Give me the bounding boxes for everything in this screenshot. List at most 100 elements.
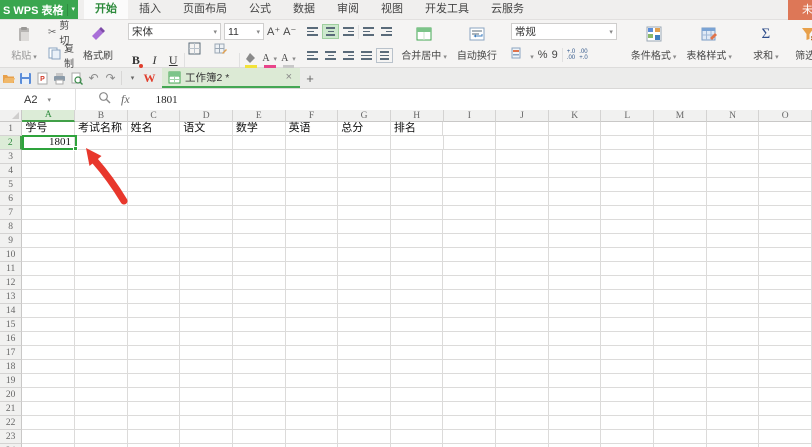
cell-M21[interactable] <box>654 402 707 416</box>
cell-N5[interactable] <box>707 178 760 192</box>
cell-D6[interactable] <box>180 192 233 206</box>
cell-O13[interactable] <box>759 290 812 304</box>
cell-O20[interactable] <box>759 388 812 402</box>
cell-A16[interactable] <box>22 332 75 346</box>
cell-E9[interactable] <box>233 234 286 248</box>
cell-N12[interactable] <box>707 276 760 290</box>
row-header-23[interactable]: 23 <box>0 430 22 444</box>
cell-M13[interactable] <box>654 290 707 304</box>
cell-C19[interactable] <box>128 374 181 388</box>
cell-E4[interactable] <box>233 164 286 178</box>
fill-color-button[interactable] <box>243 53 259 68</box>
cell-B3[interactable] <box>75 150 128 164</box>
redo-button[interactable]: ↷ <box>102 68 119 88</box>
row-header-21[interactable]: 21 <box>0 402 22 416</box>
align-middle-button[interactable] <box>322 24 339 39</box>
menu-tab-review[interactable]: 审阅 <box>326 0 370 19</box>
cell-C7[interactable] <box>128 206 181 220</box>
cell-E12[interactable] <box>233 276 286 290</box>
cell-J19[interactable] <box>496 374 549 388</box>
cell-K14[interactable] <box>549 304 602 318</box>
cell-C20[interactable] <box>128 388 181 402</box>
cell-A18[interactable] <box>22 360 75 374</box>
cell-E19[interactable] <box>233 374 286 388</box>
cell-K22[interactable] <box>549 416 602 430</box>
cell-E15[interactable] <box>233 318 286 332</box>
cell-B19[interactable] <box>75 374 128 388</box>
cell-C14[interactable] <box>128 304 181 318</box>
cell-K19[interactable] <box>549 374 602 388</box>
search-icon[interactable] <box>98 91 111 109</box>
grow-font-button[interactable]: A⁺ <box>267 25 280 38</box>
cell-B8[interactable] <box>75 220 128 234</box>
cell-M11[interactable] <box>654 262 707 276</box>
cell-K7[interactable] <box>549 206 602 220</box>
cell-H10[interactable] <box>391 248 444 262</box>
cell-K2[interactable] <box>549 136 602 150</box>
cell-O18[interactable] <box>759 360 812 374</box>
cell-B22[interactable] <box>75 416 128 430</box>
cell-A13[interactable] <box>22 290 75 304</box>
cell-I17[interactable] <box>443 346 496 360</box>
cell-H12[interactable] <box>391 276 444 290</box>
cell-J16[interactable] <box>496 332 549 346</box>
cell-A11[interactable] <box>22 262 75 276</box>
cell-C18[interactable] <box>128 360 181 374</box>
cell-O22[interactable] <box>759 416 812 430</box>
cell-D5[interactable] <box>180 178 233 192</box>
row-header-20[interactable]: 20 <box>0 388 22 402</box>
cell-N4[interactable] <box>707 164 760 178</box>
undo-button[interactable]: ↶ <box>85 68 102 88</box>
cell-J13[interactable] <box>496 290 549 304</box>
cell-K17[interactable] <box>549 346 602 360</box>
menu-tab-home[interactable]: 开始 <box>84 0 128 19</box>
cell-L7[interactable] <box>601 206 654 220</box>
cell-M4[interactable] <box>654 164 707 178</box>
cell-B2[interactable] <box>75 136 128 150</box>
cell-J15[interactable] <box>496 318 549 332</box>
cell-I19[interactable] <box>443 374 496 388</box>
cell-H19[interactable] <box>391 374 444 388</box>
cell-A22[interactable] <box>22 416 75 430</box>
new-sheet-button[interactable]: + <box>300 68 320 88</box>
cell-B7[interactable] <box>75 206 128 220</box>
cell-J21[interactable] <box>496 402 549 416</box>
cell-H8[interactable] <box>391 220 444 234</box>
cell-C9[interactable] <box>128 234 181 248</box>
cell-G3[interactable] <box>338 150 391 164</box>
cell-I20[interactable] <box>443 388 496 402</box>
cell-M15[interactable] <box>654 318 707 332</box>
cell-J22[interactable] <box>496 416 549 430</box>
cell-G2[interactable] <box>338 136 391 150</box>
cell-E17[interactable] <box>233 346 286 360</box>
cell-G18[interactable] <box>338 360 391 374</box>
cell-N6[interactable] <box>707 192 760 206</box>
print-preview-button[interactable] <box>68 68 85 88</box>
cell-G16[interactable] <box>338 332 391 346</box>
cell-K21[interactable] <box>549 402 602 416</box>
align-center-button[interactable] <box>322 48 339 63</box>
cell-N17[interactable] <box>707 346 760 360</box>
cell-N13[interactable] <box>707 290 760 304</box>
cell-H5[interactable] <box>391 178 444 192</box>
cell-H22[interactable] <box>391 416 444 430</box>
cell-O21[interactable] <box>759 402 812 416</box>
cell-K3[interactable] <box>549 150 602 164</box>
cell-M6[interactable] <box>654 192 707 206</box>
cell-B4[interactable] <box>75 164 128 178</box>
cell-B12[interactable] <box>75 276 128 290</box>
cell-I10[interactable] <box>443 248 496 262</box>
cell-F6[interactable] <box>286 192 339 206</box>
cell-B17[interactable] <box>75 346 128 360</box>
cell-F8[interactable] <box>286 220 339 234</box>
cell-O16[interactable] <box>759 332 812 346</box>
cell-C2[interactable] <box>128 136 181 150</box>
column-header-A[interactable]: A <box>22 110 75 122</box>
cell-G23[interactable] <box>338 430 391 444</box>
cell-F1[interactable]: 英语 <box>286 122 339 136</box>
cell-K18[interactable] <box>549 360 602 374</box>
cell-H4[interactable] <box>391 164 444 178</box>
cell-A3[interactable] <box>22 150 75 164</box>
cell-C12[interactable] <box>128 276 181 290</box>
cell-F5[interactable] <box>286 178 339 192</box>
